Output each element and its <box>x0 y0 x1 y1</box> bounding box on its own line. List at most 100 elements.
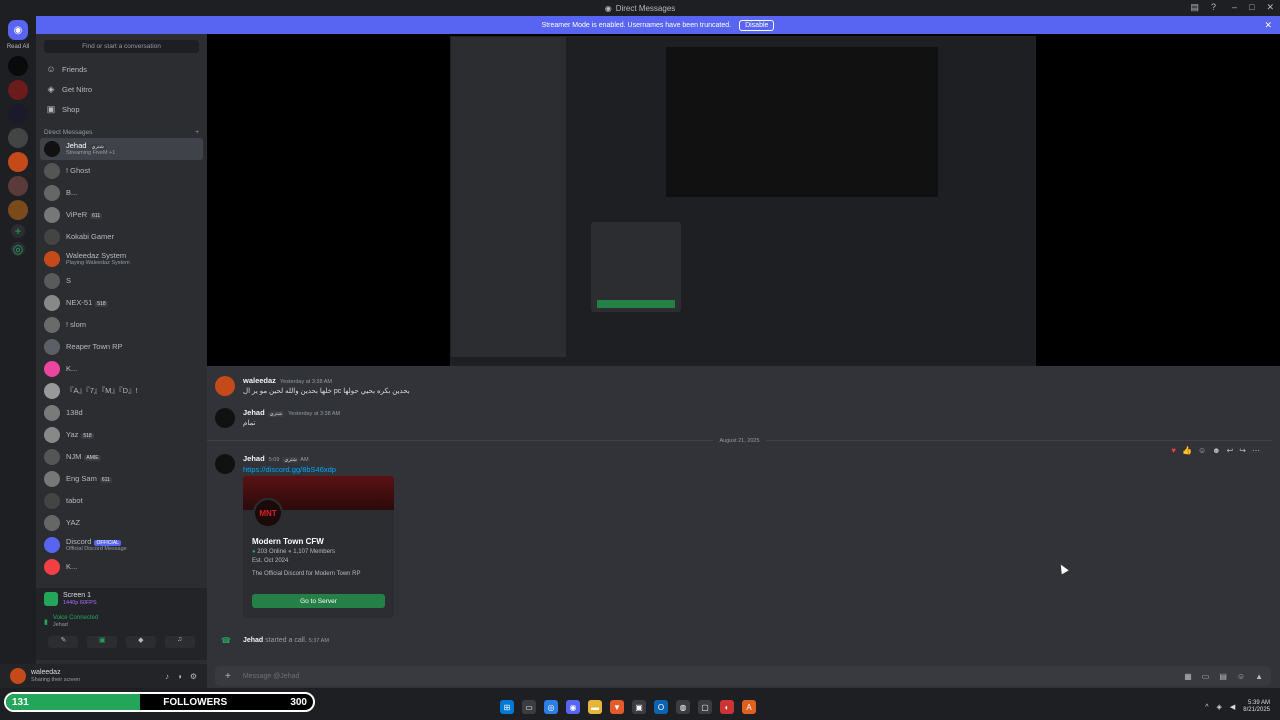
message-author[interactable]: Jehad <box>243 454 265 463</box>
clock[interactable]: 5:39 AM 8/21/2025 <box>1243 700 1270 714</box>
network-icon[interactable]: ◈ <box>1217 703 1222 711</box>
inbox-icon[interactable]: ▤ <box>1190 2 1199 13</box>
message-author[interactable]: Jehad <box>243 408 265 417</box>
chrome-icon[interactable]: ◎ <box>544 700 558 714</box>
dm-name-block: Waleedaz System Playing Waleedaz System <box>66 251 130 267</box>
add-dm-icon[interactable]: + <box>195 129 199 136</box>
add-attachment-icon[interactable]: + <box>225 671 231 682</box>
server-icon[interactable] <box>8 104 28 124</box>
dm-item[interactable]: NEX-51 518 <box>36 292 207 314</box>
gift-icon[interactable]: ▦ <box>1184 672 1192 681</box>
dm-item[interactable]: Discord OFFICIAL Official Discord Message <box>36 534 207 556</box>
headphones-icon[interactable]: ◑ <box>177 672 182 681</box>
more-icon[interactable]: ⋯ <box>1252 446 1260 455</box>
screen-share-button[interactable]: ▣ <box>87 635 118 648</box>
windows-start-icon[interactable]: ⊞ <box>500 700 514 714</box>
search-input[interactable]: Find or start a conversation <box>44 40 199 53</box>
dm-item[interactable]: YAZ <box>36 512 207 534</box>
dm-item[interactable]: 『A』『7』『M』『D』! <box>36 380 207 402</box>
sticker-icon[interactable]: ▤ <box>1219 672 1227 681</box>
screen-share-row[interactable]: Screen 1 1440p 60FPS <box>36 588 207 611</box>
message-composer[interactable]: + Message @Jehad ▦ ▭ ▤ ☺ ▲ <box>215 666 1271 686</box>
nav-nitro[interactable]: ◈ Get Nitro <box>36 79 207 99</box>
brave-icon[interactable]: ▼ <box>610 700 624 714</box>
close-icon[interactable]: ✕ <box>1264 20 1272 31</box>
dm-item[interactable]: B... <box>36 182 207 204</box>
message-author[interactable]: waleedaz <box>243 376 276 385</box>
dm-item[interactable]: ! Ghost <box>36 160 207 182</box>
dm-item[interactable]: K... <box>36 556 207 578</box>
camera-button[interactable]: ✎ <box>48 635 79 648</box>
app-icon[interactable]: ▢ <box>698 700 712 714</box>
server-icon[interactable] <box>8 128 28 148</box>
outlook-icon[interactable]: O <box>654 700 668 714</box>
dm-item[interactable]: ! slom <box>36 314 207 336</box>
discord-icon[interactable]: ◉ <box>566 700 580 714</box>
dm-item[interactable]: Eng Sam 611 <box>36 468 207 490</box>
app-icon[interactable]: ◐ <box>720 700 734 714</box>
server-icon[interactable] <box>8 80 28 100</box>
dm-name-block: YAZ <box>66 518 80 527</box>
dm-item[interactable]: ViPeR 611 <box>36 204 207 226</box>
chevron-up-icon[interactable]: ^ <box>1205 704 1208 711</box>
dm-item[interactable]: 138d <box>36 402 207 424</box>
maximize-button[interactable]: □ <box>1249 2 1254 13</box>
soundboard-button[interactable]: ♫ <box>164 635 195 648</box>
thumbs-up-icon[interactable]: 👍 <box>1182 446 1192 455</box>
app-icon[interactable]: A <box>742 700 756 714</box>
dm-item[interactable]: Kokabi Gamer <box>36 226 207 248</box>
minimize-button[interactable]: – <box>1232 2 1237 13</box>
avatar[interactable] <box>215 408 235 428</box>
add-reaction-icon[interactable]: ☻ <box>1212 446 1220 455</box>
discover-icon[interactable]: ◎ <box>11 242 25 256</box>
message-input[interactable]: Message @Jehad <box>243 673 300 680</box>
read-all-label[interactable]: Read All <box>7 44 29 50</box>
disable-button[interactable]: Disable <box>739 19 775 31</box>
close-button[interactable]: ✕ <box>1266 2 1274 13</box>
gif-icon[interactable]: ▭ <box>1202 672 1210 681</box>
avatar[interactable] <box>10 668 26 684</box>
avatar[interactable] <box>215 454 235 474</box>
home-button[interactable]: ◉ <box>8 20 28 40</box>
add-server-icon[interactable]: + <box>11 224 25 238</box>
reply-icon[interactable]: ↩ <box>1227 446 1234 455</box>
dm-item[interactable]: Waleedaz System Playing Waleedaz System <box>36 248 207 270</box>
invite-link[interactable]: https://discord.gg/8bS46xdp <box>243 465 336 474</box>
emoji-icon[interactable]: ☺ <box>1198 446 1206 455</box>
dm-item[interactable]: Reaper Town RP <box>36 336 207 358</box>
heart-icon[interactable]: ♥ <box>1171 446 1176 455</box>
stream-view[interactable] <box>207 34 1280 366</box>
dm-item[interactable]: Jehad شتري Streaming FiveM +1 <box>40 138 203 160</box>
gear-icon[interactable]: ⚙ <box>190 672 197 681</box>
user-status: Sharing their screen <box>31 676 81 683</box>
steam-icon[interactable]: ◍ <box>676 700 690 714</box>
folder-icon[interactable]: ▬ <box>588 700 602 714</box>
server-icon[interactable] <box>8 56 28 76</box>
screen-icon <box>44 592 58 607</box>
dm-item[interactable]: S <box>36 270 207 292</box>
streamer-mode-banner: Streamer Mode is enabled. Usernames have… <box>36 16 1280 34</box>
mic-icon[interactable]: ♪ <box>165 672 169 681</box>
emoji-icon[interactable]: ☺ <box>1237 672 1245 681</box>
go-to-server-button[interactable]: Go to Server <box>252 594 385 608</box>
volume-icon[interactable]: ◀ <box>1230 703 1235 711</box>
avatar[interactable] <box>215 376 235 396</box>
activity-button[interactable]: ◆ <box>125 635 156 648</box>
dm-item[interactable]: tabot <box>36 490 207 512</box>
dm-name: tabot <box>66 495 83 505</box>
server-icon[interactable] <box>8 152 28 172</box>
server-icon[interactable] <box>8 200 28 220</box>
nav-friends[interactable]: ☺ Friends <box>36 59 207 79</box>
forward-icon[interactable]: ↪ <box>1239 446 1246 455</box>
store-icon[interactable]: ▣ <box>632 700 646 714</box>
dm-item[interactable]: K... <box>36 358 207 380</box>
dm-item[interactable]: Yaz 518 <box>36 424 207 446</box>
nav-shop[interactable]: ▣ Shop <box>36 99 207 119</box>
search-icon[interactable]: ▭ <box>522 700 536 714</box>
call-author[interactable]: Jehad <box>243 637 263 644</box>
apps-icon[interactable]: ▲ <box>1255 672 1263 681</box>
dm-sub: Playing Waleedaz System <box>66 260 130 267</box>
help-icon[interactable]: ? <box>1211 2 1216 13</box>
server-icon[interactable] <box>8 176 28 196</box>
dm-item[interactable]: NJM AMIE <box>36 446 207 468</box>
